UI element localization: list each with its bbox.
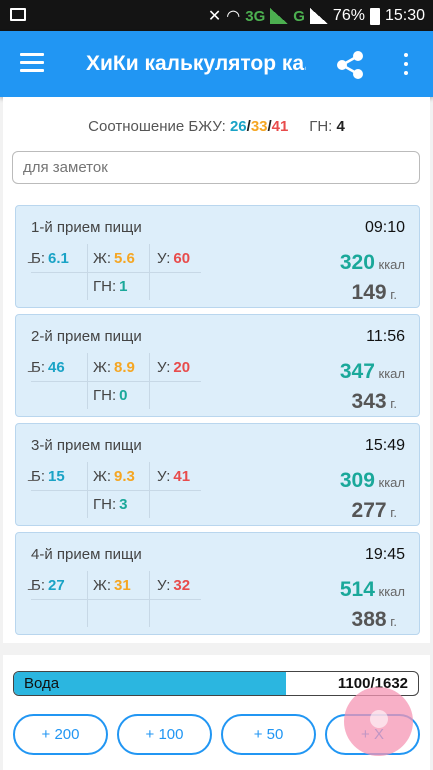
carbs-cell: У: 32: [157, 577, 191, 594]
meal-title: 2-й прием пищи: [31, 328, 142, 345]
meal-kcal: 320 ккал: [339, 251, 405, 274]
ratio-fat: 33: [250, 118, 268, 135]
gn-cell: ГН: 1: [93, 278, 128, 295]
meal-title: 3-й прием пищи: [31, 437, 142, 454]
status-bar: ✕ ◠ 3G G 76% 15:30: [0, 0, 433, 31]
meal-card[interactable]: 4-й прием пищи 19:45 Б: 27 Ж: 31 У: 32 514 …: [15, 532, 420, 635]
carbs-value: 41: [173, 468, 191, 485]
app-bar: ХиКи калькулятор ка...: [0, 31, 433, 97]
clock: 15:30: [384, 7, 425, 24]
protein-cell: Б: 46: [27, 353, 79, 381]
meal-card[interactable]: 2-й прием пищи 11:56 Б: 46 Ж: 8.9 У: 20 ГН:…: [15, 314, 420, 417]
ratio-protein: 26: [229, 118, 247, 135]
app-title: ХиКи калькулятор ка...: [86, 52, 306, 75]
carbs-value: 20: [173, 359, 191, 376]
carbs-value: 60: [173, 250, 191, 267]
wifi-icon: ◠: [226, 8, 241, 25]
fat-cell: Ж: 5.6: [93, 250, 135, 267]
meal-title: 1-й прием пищи: [31, 219, 142, 236]
meal-grams: 388 г.: [351, 608, 397, 631]
add-water-50-button[interactable]: + 50: [221, 714, 316, 755]
notes-input[interactable]: [12, 151, 420, 184]
meal-card[interactable]: 3-й прием пищи 15:49 Б: 15 Ж: 9.3 У: 41 ГН:…: [15, 423, 420, 526]
carbs-cell: У: 41: [157, 468, 191, 485]
meal-card[interactable]: 1-й прием пищи 09:10 Б: 6.1 Ж: 5.6 У: 60 ГН…: [15, 205, 420, 308]
signal-icon-2: [309, 8, 328, 24]
battery-percent: 76%: [332, 7, 365, 24]
share-icon[interactable]: [334, 49, 366, 81]
protein-value: 27: [48, 577, 65, 594]
fat-value: 5.6: [114, 250, 135, 267]
macro-grid: Б: 27 Ж: 31 У: 32: [27, 571, 201, 627]
ratio-label: Соотношение БЖУ:: [88, 118, 226, 135]
gallery-icon: [10, 8, 26, 21]
main-panel: Соотношение БЖУ: 26/33/41 ГН: 4 1-й прие…: [3, 97, 430, 643]
meal-kcal: 514 ккал: [339, 578, 405, 601]
add-water-200-button[interactable]: + 200: [13, 714, 108, 755]
carbs-cell: У: 60: [157, 250, 191, 267]
gn-label: ГН:: [309, 118, 333, 135]
fat-value: 9.3: [114, 468, 135, 485]
battery-icon: [369, 7, 380, 25]
protein-cell: Б: 27: [27, 571, 79, 599]
status-icons: ✕ ◠ 3G G 76% 15:30: [208, 5, 425, 27]
fat-value: 31: [114, 577, 131, 594]
network-type: 3G: [245, 7, 266, 25]
protein-value: 15: [48, 468, 65, 485]
meal-time: 19:45: [364, 546, 405, 563]
gn-value: 0: [119, 387, 128, 404]
meal-grams: 277 г.: [351, 499, 397, 522]
fat-cell: Ж: 9.3: [93, 468, 135, 485]
meal-time: 11:56: [366, 328, 405, 345]
meal-grams: 149 г.: [351, 281, 397, 304]
meal-kcal: 309 ккал: [339, 469, 405, 492]
fat-value: 8.9: [114, 359, 135, 376]
protein-value: 6.1: [48, 250, 69, 267]
gn-value: 4: [336, 118, 345, 135]
hamburger-icon[interactable]: [20, 53, 46, 73]
protein-cell: Б: 15: [27, 462, 79, 490]
more-vert-icon[interactable]: [396, 51, 416, 77]
mute-icon: ✕: [207, 8, 222, 25]
gn-value: 3: [119, 496, 128, 513]
ratio-carbs: 41: [271, 118, 289, 135]
meal-time: 09:10: [364, 219, 405, 236]
gn-value: 1: [119, 278, 128, 295]
water-label: Вода: [24, 675, 60, 692]
fat-cell: Ж: 8.9: [93, 359, 135, 376]
carbs-cell: У: 20: [157, 359, 191, 376]
signal-icon: [270, 8, 289, 24]
gn-cell: ГН: 3: [93, 496, 128, 513]
carbs-value: 32: [173, 577, 191, 594]
meal-time: 15:49: [364, 437, 405, 454]
gn-cell: ГН: 0: [93, 387, 128, 404]
add-icon[interactable]: [344, 687, 413, 756]
meal-grams: 343 г.: [351, 390, 397, 413]
macro-grid: Б: 6.1 Ж: 5.6 У: 60 ГН: 1: [27, 244, 201, 300]
network-type-2: G: [293, 7, 305, 25]
macro-grid: Б: 46 Ж: 8.9 У: 20 ГН: 0: [27, 353, 201, 409]
fat-cell: Ж: 31: [93, 577, 131, 594]
meal-title: 4-й прием пищи: [31, 546, 142, 563]
meal-kcal: 347 ккал: [339, 360, 405, 383]
macro-grid: Б: 15 Ж: 9.3 У: 41 ГН: 3: [27, 462, 201, 518]
protein-value: 46: [48, 359, 65, 376]
protein-cell: Б: 6.1: [27, 244, 79, 272]
add-water-100-button[interactable]: + 100: [117, 714, 212, 755]
bju-ratio: Соотношение БЖУ: 26/33/41 ГН: 4: [3, 118, 430, 135]
